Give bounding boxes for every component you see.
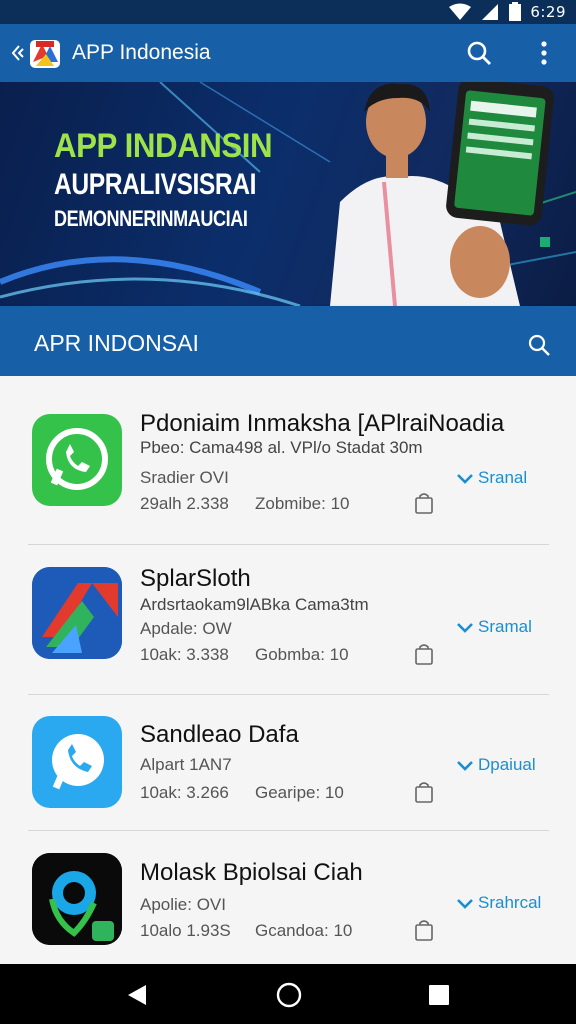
app-update-info: Sradier OVI xyxy=(140,468,229,487)
nav-home-icon[interactable] xyxy=(276,982,302,1008)
status-icons: 6:29 xyxy=(448,2,566,22)
signal-icon xyxy=(482,4,499,20)
system-nav-bar xyxy=(0,964,576,1024)
list-item[interactable]: Molask Bpiolsai Ciah Apolie: OVI 10alo 1… xyxy=(0,831,576,964)
app-rating-count: 10alo 1.93S xyxy=(140,921,231,940)
nav-recent-apps-icon[interactable] xyxy=(428,984,450,1006)
app-name: SplarSloth xyxy=(140,565,251,592)
install-button[interactable]: Dpaiual xyxy=(456,755,536,775)
app-size: Zobmibe: 10 xyxy=(255,494,350,513)
app-name: Pdoniaim Inmaksha [APlraiNoadia xyxy=(140,410,505,437)
search-icon[interactable] xyxy=(527,333,551,357)
status-bar: 6:29 xyxy=(0,0,576,24)
promo-banner[interactable]: APP INDANSIN AUPRALIVSISRAI DEMONNERINMA… xyxy=(0,82,576,306)
app-rating-count: 10ak: 3.338 xyxy=(140,645,229,664)
shopping-bag-icon[interactable] xyxy=(414,643,434,665)
app-rating-count: 29alh 2.338 xyxy=(140,494,229,513)
status-time: 6:29 xyxy=(530,3,566,21)
app-subtitle: Ardsrtaokam9lABka Cama3tm xyxy=(140,595,369,614)
install-label: Sramal xyxy=(478,617,532,636)
download-icon xyxy=(457,623,473,633)
install-label: Sranal xyxy=(478,468,528,487)
chat-phone-icon xyxy=(32,716,122,808)
nav-back-icon[interactable] xyxy=(126,984,148,1006)
install-button[interactable]: Sranal xyxy=(456,468,527,488)
wifi-icon xyxy=(449,3,472,20)
list-item[interactable]: SplarSloth Ardsrtaokam9lABka Cama3tm Apd… xyxy=(0,545,576,694)
app-size: Gobmba: 10 xyxy=(255,645,349,664)
banner-subheadline: AUPRALIVSISRAI xyxy=(54,168,257,201)
app-bar: APP Indonesia xyxy=(0,24,576,82)
section-title: APR INDONSAI xyxy=(34,330,199,356)
map-pin-icon xyxy=(32,853,122,945)
back-icon[interactable] xyxy=(10,44,24,62)
arrow-logo-icon xyxy=(32,567,122,659)
search-icon[interactable] xyxy=(466,40,492,66)
install-button[interactable]: Srahrcal xyxy=(456,893,541,913)
app-list: Pdoniaim Inmaksha [APlraiNoadia Pbeo: Ca… xyxy=(0,376,576,964)
app-rating-count: 10ak: 3.266 xyxy=(140,783,229,802)
download-icon xyxy=(457,474,473,484)
list-item[interactable]: Pdoniaim Inmaksha [APlraiNoadia Pbeo: Ca… xyxy=(0,376,576,544)
app-update-info: Apdale: OW xyxy=(140,619,232,638)
banner-headline: APP INDANSIN xyxy=(54,127,273,165)
app-title: APP Indonesia xyxy=(72,41,211,64)
app-update-info: Apolie: OVI xyxy=(140,895,226,914)
download-icon xyxy=(457,761,473,771)
install-label: Srahrcal xyxy=(478,893,542,912)
app-name: Molask Bpiolsai Ciah xyxy=(140,859,363,886)
section-header: APR INDONSAI xyxy=(0,306,576,376)
app-size: Gcandoa: 10 xyxy=(255,921,353,940)
battery-icon xyxy=(509,2,522,21)
banner-tagline: DEMONNERINMAUCIAI xyxy=(54,206,248,231)
app-update-info: Alpart 1AN7 xyxy=(140,755,232,774)
more-options-icon[interactable] xyxy=(532,40,556,66)
shopping-bag-icon[interactable] xyxy=(414,781,434,803)
app-logo-icon xyxy=(30,40,60,68)
app-subtitle: Pbeo: Cama498 al. VPl/o Stadat 30m xyxy=(140,438,423,457)
install-button[interactable]: Sramal xyxy=(456,617,532,637)
app-name: Sandleao Dafa xyxy=(140,721,299,748)
list-item[interactable]: Sandleao Dafa Alpart 1AN7 10ak: 3.266 Ge… xyxy=(0,695,576,830)
install-label: Dpaiual xyxy=(478,755,536,774)
shopping-bag-icon[interactable] xyxy=(414,919,434,941)
shopping-bag-icon[interactable] xyxy=(414,492,434,514)
whatsapp-icon xyxy=(32,414,122,506)
app-size: Gearipe: 10 xyxy=(255,783,344,802)
download-icon xyxy=(457,899,473,909)
